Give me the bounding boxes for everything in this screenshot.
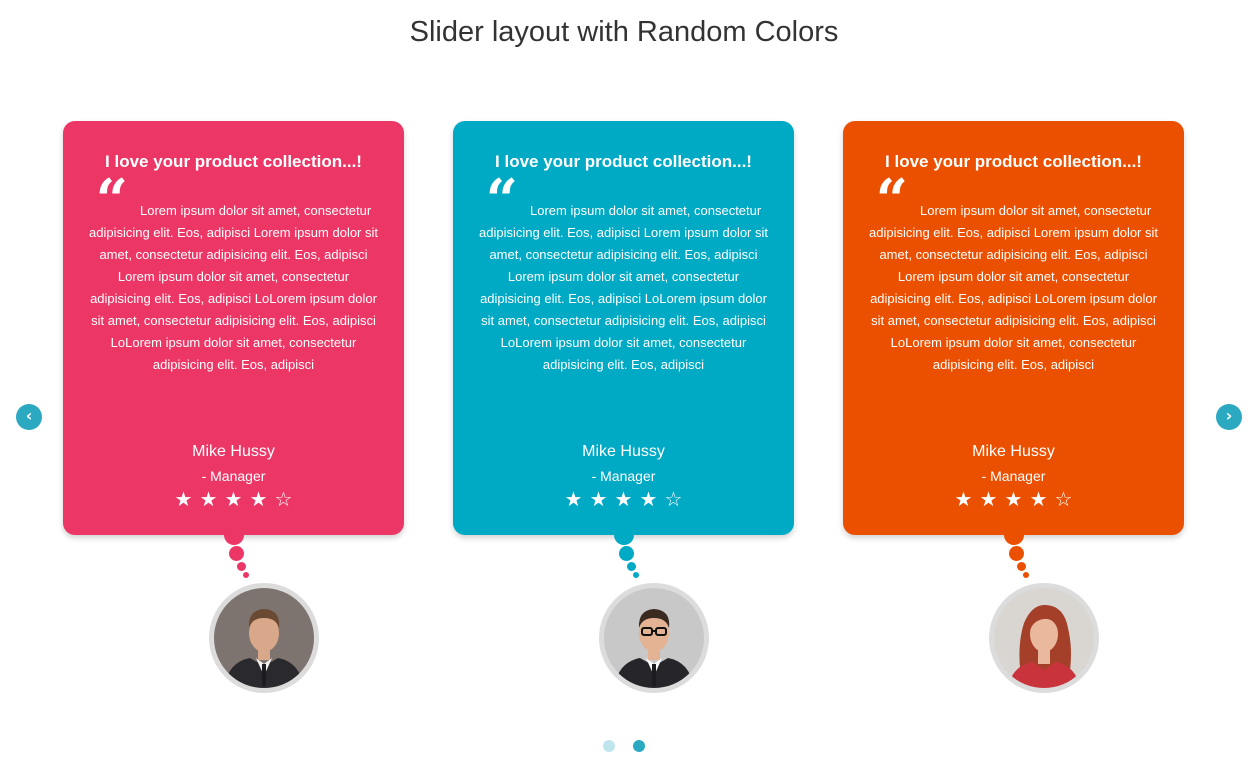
quote-icon: “ (875, 167, 908, 233)
star-empty-icon: ☆ (274, 487, 293, 511)
avatar (989, 583, 1099, 693)
star-rating: ★ ★ ★ ★ ☆ (63, 486, 404, 512)
author-name: Mike Hussy (582, 443, 665, 460)
card-quote: “Lorem ipsum dolor sit amet, consectetur… (868, 167, 1159, 376)
pagination-dots (0, 739, 1248, 757)
woman-red-hair-photo (994, 588, 1094, 688)
star-filled-icon: ★ (564, 487, 583, 511)
author-name: Mike Hussy (972, 443, 1055, 460)
testimonial-slider: ‹ › I love your product collection...! “… (0, 0, 1248, 765)
star-empty-icon: ☆ (664, 487, 683, 511)
author-name: Mike Hussy (192, 443, 275, 460)
testimonial-card: I love your product collection...! “Lore… (843, 121, 1184, 535)
author-role: - Manager (591, 468, 656, 484)
man-with-glasses-photo (604, 588, 704, 688)
man-in-suit-photo (214, 588, 314, 688)
star-rating: ★ ★ ★ ★ ☆ (453, 486, 794, 512)
chevron-right-icon: › (1225, 406, 1233, 425)
quote-icon: “ (95, 167, 128, 233)
star-filled-icon: ★ (174, 487, 193, 511)
quote-text: Lorem ipsum dolor sit amet, consectetur … (868, 203, 1158, 372)
quote-text: Lorem ipsum dolor sit amet, consectetur … (478, 203, 768, 372)
quote-icon: “ (485, 167, 518, 233)
card-quote: “Lorem ipsum dolor sit amet, consectetur… (478, 167, 769, 376)
star-filled-icon: ★ (614, 487, 633, 511)
avatar (209, 583, 319, 693)
star-filled-icon: ★ (1004, 487, 1023, 511)
author-role: - Manager (201, 468, 266, 484)
star-filled-icon: ★ (224, 487, 243, 511)
testimonial-card: I love your product collection...! “Lore… (63, 121, 404, 535)
star-filled-icon: ★ (199, 487, 218, 511)
pagination-dot[interactable] (603, 740, 615, 752)
star-filled-icon: ★ (979, 487, 998, 511)
pagination-dot-active[interactable] (633, 740, 645, 752)
star-filled-icon: ★ (249, 487, 268, 511)
star-empty-icon: ☆ (1054, 487, 1073, 511)
star-rating: ★ ★ ★ ★ ☆ (843, 486, 1184, 512)
card-quote: “Lorem ipsum dolor sit amet, consectetur… (88, 167, 379, 376)
star-filled-icon: ★ (954, 487, 973, 511)
testimonial-card: I love your product collection...! “Lore… (453, 121, 794, 535)
star-filled-icon: ★ (1029, 487, 1048, 511)
next-arrow-button[interactable]: › (1216, 404, 1242, 430)
star-filled-icon: ★ (639, 487, 658, 511)
author-role: - Manager (981, 468, 1046, 484)
quote-text: Lorem ipsum dolor sit amet, consectetur … (88, 203, 378, 372)
prev-arrow-button[interactable]: ‹ (16, 404, 42, 430)
avatar (599, 583, 709, 693)
star-filled-icon: ★ (589, 487, 608, 511)
chevron-left-icon: ‹ (25, 406, 33, 425)
